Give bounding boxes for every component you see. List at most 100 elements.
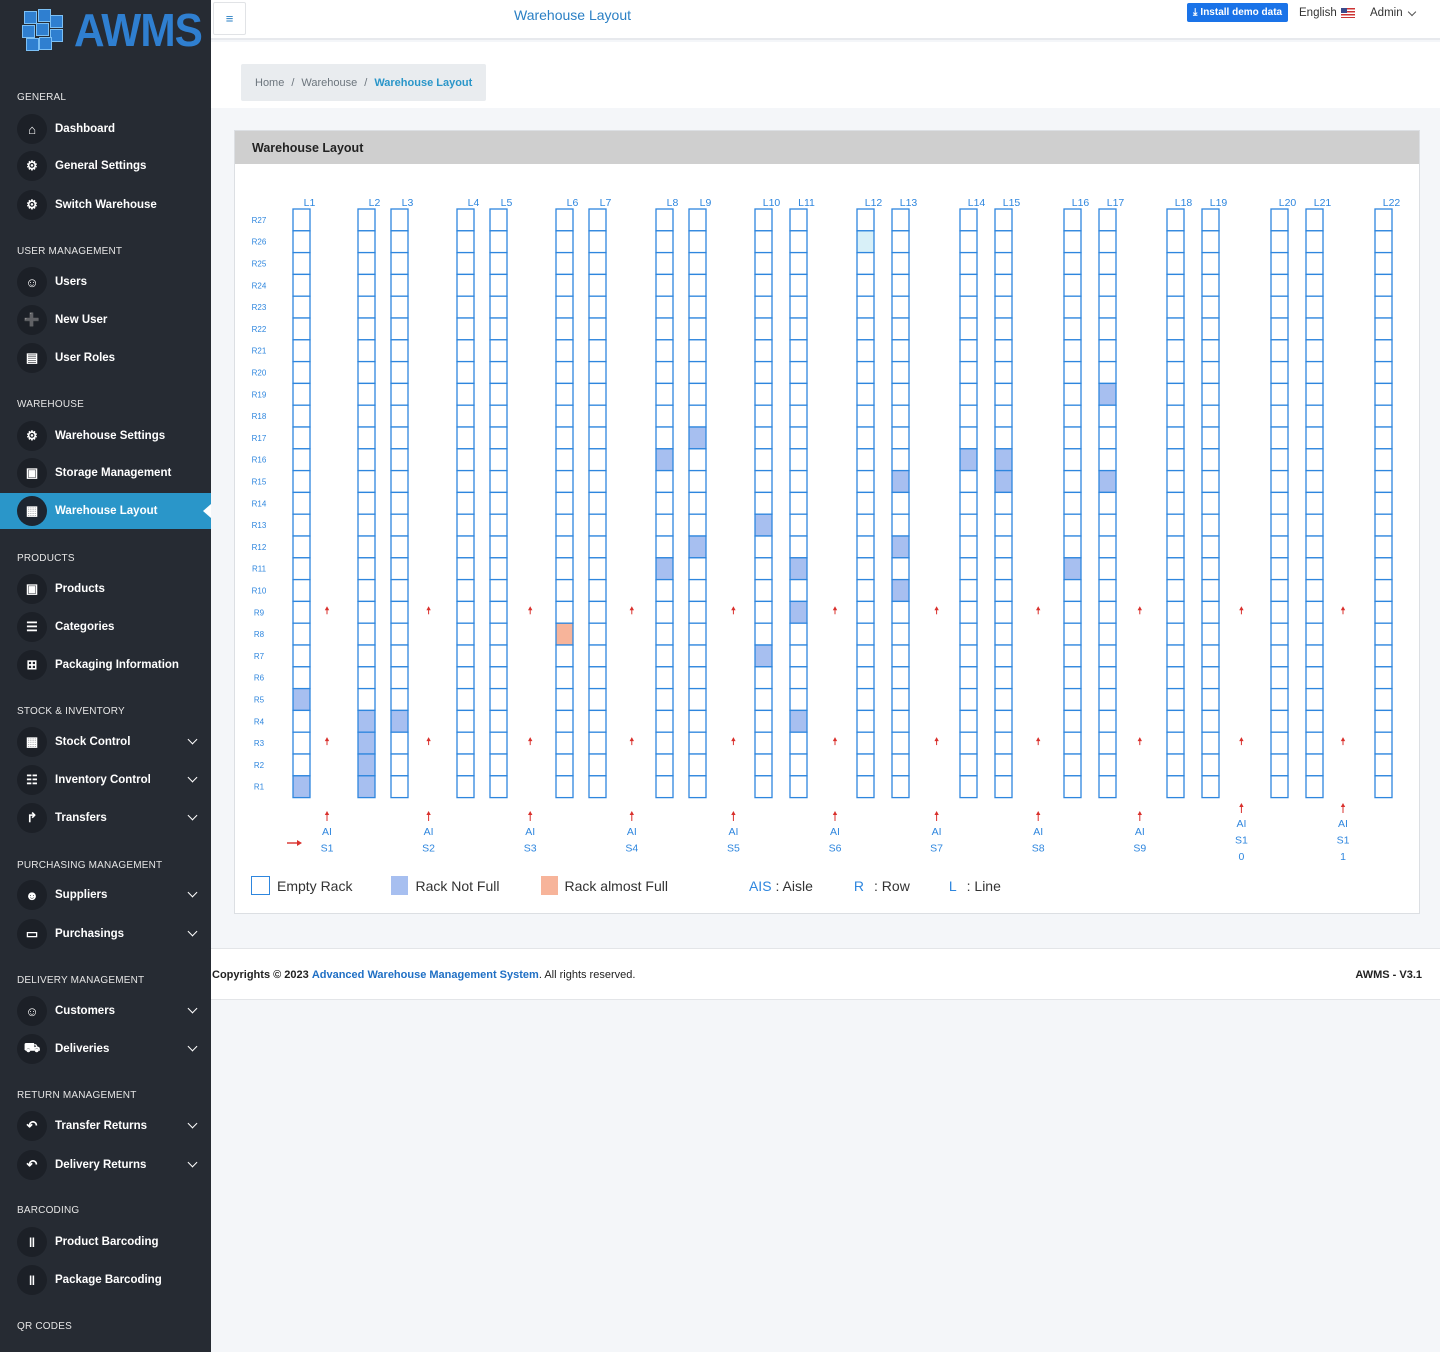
rack-cell[interactable] bbox=[856, 360, 875, 385]
rack-cell[interactable] bbox=[655, 644, 674, 668]
rack-cell[interactable] bbox=[489, 775, 508, 799]
sidebar-item-delivery-returns[interactable]: ↶ Delivery Returns bbox=[0, 1147, 211, 1183]
rack-cell[interactable] bbox=[390, 208, 409, 232]
rack-cell[interactable] bbox=[588, 426, 607, 450]
rack-cell[interactable] bbox=[456, 251, 475, 276]
rack-cell[interactable] bbox=[292, 360, 311, 385]
rack-cell[interactable] bbox=[489, 339, 508, 363]
rack-cell[interactable] bbox=[959, 317, 978, 341]
rack-cell[interactable] bbox=[856, 273, 875, 297]
rack-cell[interactable] bbox=[754, 709, 773, 733]
rack-cell[interactable] bbox=[856, 557, 875, 581]
rack-cell[interactable] bbox=[789, 753, 808, 777]
rack-cell[interactable] bbox=[588, 513, 607, 537]
rack-cell[interactable] bbox=[1270, 404, 1289, 428]
rack-cell[interactable] bbox=[489, 687, 508, 712]
rack-cell[interactable] bbox=[1201, 753, 1220, 777]
rack-cell[interactable] bbox=[1063, 360, 1082, 385]
rack-cell[interactable] bbox=[754, 731, 773, 755]
rack-cell[interactable] bbox=[555, 448, 574, 472]
rack-cell[interactable] bbox=[688, 208, 707, 232]
rack-cell[interactable] bbox=[1166, 600, 1185, 624]
rack-cell[interactable] bbox=[1166, 513, 1185, 537]
rack-cell[interactable] bbox=[959, 382, 978, 406]
rack-cell[interactable] bbox=[588, 535, 607, 559]
rack-cell[interactable] bbox=[1201, 339, 1220, 363]
rack-cell[interactable] bbox=[390, 709, 409, 733]
rack-cell[interactable] bbox=[357, 535, 376, 559]
rack-cell[interactable] bbox=[959, 687, 978, 712]
rack-cell[interactable] bbox=[555, 317, 574, 341]
rack-cell[interactable] bbox=[1063, 339, 1082, 363]
rack-cell[interactable] bbox=[994, 491, 1013, 515]
rack-cell[interactable] bbox=[588, 557, 607, 581]
rack-cell[interactable] bbox=[891, 469, 910, 494]
rack-cell[interactable] bbox=[555, 644, 574, 668]
rack-cell[interactable] bbox=[1201, 709, 1220, 733]
rack-cell[interactable] bbox=[456, 709, 475, 733]
rack-cell[interactable] bbox=[1270, 251, 1289, 276]
brand-logo[interactable]: AWMS bbox=[20, 4, 211, 56]
rack-cell[interactable] bbox=[390, 273, 409, 297]
rack-cell[interactable] bbox=[1166, 317, 1185, 341]
rack-cell[interactable] bbox=[959, 753, 978, 777]
rack-cell[interactable] bbox=[688, 578, 707, 603]
rack-cell[interactable] bbox=[1063, 731, 1082, 755]
rack-cell[interactable] bbox=[1201, 273, 1220, 297]
rack-cell[interactable] bbox=[994, 404, 1013, 428]
rack-cell[interactable] bbox=[891, 775, 910, 799]
rack-cell[interactable] bbox=[489, 404, 508, 428]
rack-cell[interactable] bbox=[357, 600, 376, 624]
sidebar-item-general-settings[interactable]: ⚙ General Settings bbox=[0, 148, 211, 184]
rack-cell[interactable] bbox=[489, 557, 508, 581]
rack-cell[interactable] bbox=[292, 557, 311, 581]
rack-cell[interactable] bbox=[754, 535, 773, 559]
rack-cell[interactable] bbox=[754, 404, 773, 428]
rack-cell[interactable] bbox=[1270, 557, 1289, 581]
rack-cell[interactable] bbox=[1305, 687, 1324, 712]
rack-cell[interactable] bbox=[994, 230, 1013, 254]
rack-cell[interactable] bbox=[1270, 469, 1289, 494]
rack-cell[interactable] bbox=[588, 709, 607, 733]
rack-cell[interactable] bbox=[456, 600, 475, 624]
rack-cell[interactable] bbox=[292, 208, 311, 232]
rack-cell[interactable] bbox=[856, 295, 875, 319]
rack-cell[interactable] bbox=[555, 208, 574, 232]
rack-cell[interactable] bbox=[1270, 513, 1289, 537]
rack-cell[interactable] bbox=[1166, 775, 1185, 799]
rack-cell[interactable] bbox=[688, 273, 707, 297]
rack-cell[interactable] bbox=[1063, 644, 1082, 668]
rack-cell[interactable] bbox=[891, 448, 910, 472]
rack-cell[interactable] bbox=[856, 469, 875, 494]
sidebar-item-storage-management[interactable]: ▣ Storage Management bbox=[0, 455, 211, 491]
rack-cell[interactable] bbox=[1063, 469, 1082, 494]
rack-cell[interactable] bbox=[959, 251, 978, 276]
rack-cell[interactable] bbox=[390, 753, 409, 777]
rack-cell[interactable] bbox=[994, 360, 1013, 385]
rack-cell[interactable] bbox=[588, 360, 607, 385]
rack-cell[interactable] bbox=[994, 448, 1013, 472]
rack-cell[interactable] bbox=[754, 230, 773, 254]
rack-cell[interactable] bbox=[994, 273, 1013, 297]
rack-cell[interactable] bbox=[1098, 230, 1117, 254]
rack-cell[interactable] bbox=[856, 753, 875, 777]
rack-cell[interactable] bbox=[456, 230, 475, 254]
rack-cell[interactable] bbox=[555, 600, 574, 624]
rack-cell[interactable] bbox=[688, 535, 707, 559]
rack-cell[interactable] bbox=[789, 317, 808, 341]
rack-cell[interactable] bbox=[390, 578, 409, 603]
rack-cell[interactable] bbox=[555, 426, 574, 450]
rack-cell[interactable] bbox=[994, 622, 1013, 646]
rack-cell[interactable] bbox=[994, 251, 1013, 276]
rack-cell[interactable] bbox=[655, 273, 674, 297]
rack-cell[interactable] bbox=[754, 775, 773, 799]
rack-cell[interactable] bbox=[1098, 578, 1117, 603]
rack-cell[interactable] bbox=[292, 775, 311, 799]
rack-cell[interactable] bbox=[655, 600, 674, 624]
rack-cell[interactable] bbox=[555, 578, 574, 603]
rack-cell[interactable] bbox=[1270, 753, 1289, 777]
rack-cell[interactable] bbox=[1305, 666, 1324, 690]
rack-cell[interactable] bbox=[489, 295, 508, 319]
rack-cell[interactable] bbox=[754, 317, 773, 341]
rack-cell[interactable] bbox=[489, 491, 508, 515]
